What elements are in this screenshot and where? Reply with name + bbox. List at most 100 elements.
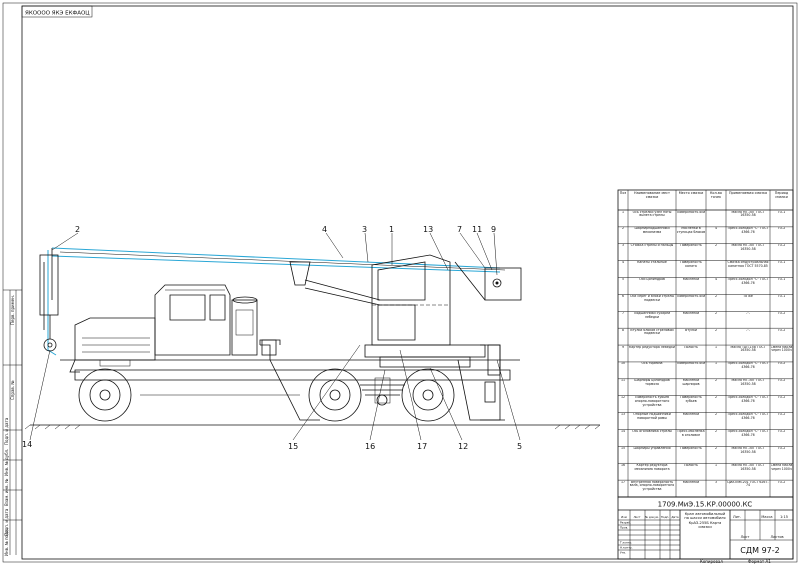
left-strip-label-0: Перв. примен.: [10, 295, 15, 325]
table-cell: Шарниры управления: [634, 447, 671, 450]
table-cell-text: Пресс-солидол "С" ГОСТ 4366-76: [727, 278, 769, 285]
table-cell: Масленки шарниров: [682, 379, 700, 387]
table-cell-text: Поверхность: [680, 244, 702, 248]
table-cell-text: Поверхность оси: [676, 362, 706, 366]
left-strip: Перв. примен. Справ. № Подп. и дата Инв.…: [3, 289, 22, 556]
table-cell: Масло ТАП-15В ГОСТ 16350-58: [730, 346, 765, 353]
table-cell: 8: [622, 329, 624, 332]
table-cell-text: 2: [714, 396, 718, 400]
table-cell-text: Поверхность каната: [680, 261, 702, 268]
table-cell: Стяжка стрелы и пальцы: [631, 244, 674, 247]
table-header-text: Место смазки: [678, 191, 704, 195]
drawing-title-box: Кран автомобильный на шасси автомобиля К…: [684, 512, 725, 529]
table-cell-text: 3: [621, 244, 625, 248]
table-header-text: Наименование мест смазки: [634, 191, 670, 199]
table-cell-text: Масленки: [682, 480, 700, 484]
table-cell: Картер редуктора механизма поворота: [634, 464, 669, 471]
table-cell-text: 2: [714, 294, 718, 298]
wheel-front: [78, 368, 132, 422]
table-cell-text: 11: [620, 379, 626, 383]
sheets-label: Листов: [770, 535, 783, 539]
table-cell: ТО-2: [778, 362, 786, 365]
table-cell: ТО-2: [778, 481, 786, 484]
table-cell-text: ТО-2: [777, 446, 786, 450]
mass-label: Масса: [761, 515, 772, 519]
table-header-3: Кол-во точек: [710, 191, 722, 199]
table-cell: ТО-2: [778, 430, 786, 433]
table-cell: Масло МГ-30Т ГОСТ 16350-58: [731, 379, 765, 387]
title-block: 1709.МиЭ.15.КР.00000.КС Кран автомобильн…: [617, 496, 794, 564]
scale-label: 1:15: [780, 515, 788, 519]
table-cell-text: Масленки: [682, 311, 700, 315]
table-cell: 14: [621, 430, 625, 433]
table-cell: Поверхность: [680, 244, 702, 248]
table-cell-text: Пресс-солидол "С" ГОСТ 4366-76: [727, 362, 769, 370]
boom-rear-box: [484, 267, 522, 301]
table-cell: Пресс-солидол "С" ГОСТ 4366-76: [727, 278, 769, 285]
table-cell-text: Масло МГ-30Т ГОСТ 16350-58: [731, 446, 765, 454]
table-cell-text: 2: [714, 429, 718, 433]
table-cell-text: Масло МГ-30Т ГОСТ 16350-58: [731, 210, 765, 218]
table-cell: 5: [622, 278, 624, 281]
table-cell: 3: [714, 480, 718, 484]
table-cell: 2: [715, 447, 717, 450]
left-strip-label-4: Взам. инв. №: [4, 479, 9, 506]
table-cell-text: 3: [714, 480, 718, 484]
role-doc: № докум.: [645, 515, 659, 519]
table-cell: 3: [621, 244, 625, 248]
table-cell: ТО-1: [777, 278, 786, 282]
lit-label: Лит.: [733, 515, 741, 519]
table-cell: Поверхность каната: [680, 261, 702, 268]
boom: [43, 247, 506, 356]
table-cell-text: [707, 211, 726, 227]
table-cell: 1: [622, 211, 624, 214]
table-cell: 9: [622, 346, 624, 349]
table-cell: ТО-2: [777, 311, 786, 315]
table-cell-text: Поверхность зубьев: [680, 396, 702, 403]
table-header-1: Наименование мест смазки: [634, 191, 670, 199]
table-cell: Масленки: [682, 311, 700, 315]
table-cell-text: Пресс-масленка в оголовке: [677, 429, 705, 437]
table-cell: Канаты стальные: [637, 261, 667, 264]
table-cell-text: 2: [714, 413, 718, 417]
truck-hood: [69, 317, 156, 373]
table-cell: Поверхность оси: [676, 362, 706, 366]
role-list: Лист: [633, 515, 640, 519]
table-cell-text: ТО-1: [777, 278, 786, 282]
table-cell-text: Пресс-солидол "С" ГОСТ 4366-76: [727, 413, 769, 420]
table-cell: Втулки блоков стреловой подвески: [630, 329, 673, 336]
drawing-sheet: ЯКОООО ЯКЭ ЕКФАОЦ Перв. примен. Справ. №…: [2, 2, 798, 564]
table-cell-text: 2: [714, 328, 718, 332]
table-cell: Поверхность зубьев: [680, 396, 702, 403]
role-utv: Утв.: [620, 551, 626, 555]
tank-equipment: [231, 296, 277, 356]
table-cell-text: 4: [714, 278, 718, 282]
callout-16: 16: [365, 442, 375, 451]
table-cell-text: ТО-2: [777, 311, 786, 315]
left-strip-label-1: Справ. №: [10, 381, 15, 400]
table-cell: Масло МГ-30Т ГОСТ 16350-58: [731, 210, 765, 218]
table-cell-text: ТО-1: [777, 210, 786, 214]
table-cell-text: Масленки шарниров: [682, 379, 700, 387]
table-cell-text: Масло МГ-30Т ГОСТ 16350-58: [731, 379, 765, 387]
crane-truck: [39, 247, 522, 422]
table-cell: 2: [714, 413, 718, 417]
table-header-text: Период смазки: [774, 191, 789, 199]
table-cell-text: 10: [620, 362, 626, 366]
table-cell-text: Ось стрелки узел пяты вылета стрелы: [632, 210, 672, 218]
callout-15: 15: [288, 442, 298, 451]
table-cell-text: 6: [621, 294, 625, 298]
lubrication-table: Поз Наименование мест смазки Место смазки К…: [617, 189, 794, 498]
top-stamp: ЯКОООО ЯКЭ ЕКФАОЦ: [21, 5, 93, 18]
table-header-text: Поз: [619, 191, 627, 195]
table-cell: 16: [620, 463, 626, 467]
table-cell: 11: [620, 379, 626, 383]
table-cell: Масло МГ-30Т ГОСТ 16350-58: [731, 446, 765, 454]
table-cell: 2: [714, 396, 718, 400]
table-header-2: Место смазки: [678, 191, 704, 195]
table-cell: Оси цилиндров: [639, 278, 665, 281]
table-cell-text: 16: [620, 463, 626, 467]
callout-2: 2: [75, 225, 80, 234]
callout-1: 1: [389, 225, 394, 234]
table-cell-text: Подшипники сухарей лебедки: [633, 311, 671, 319]
